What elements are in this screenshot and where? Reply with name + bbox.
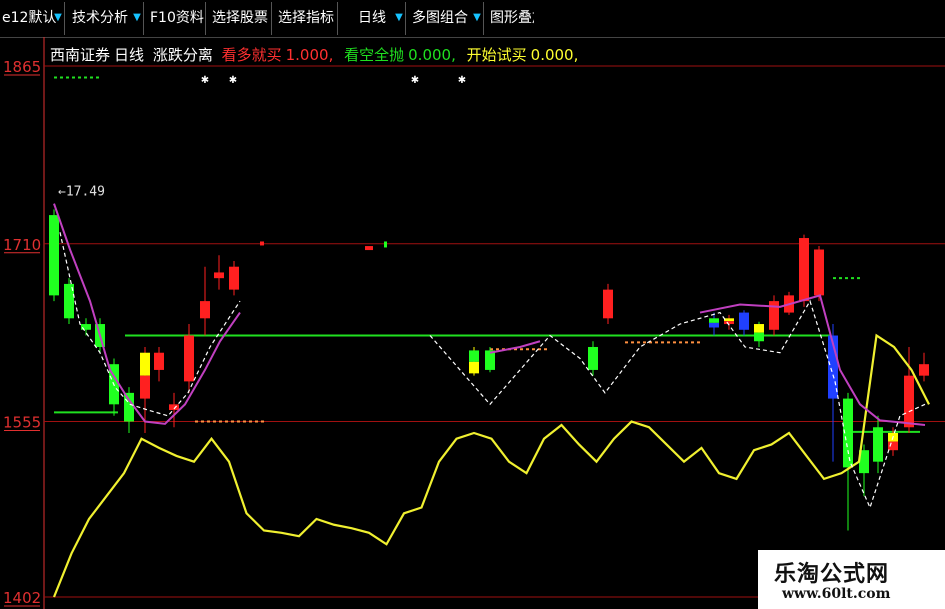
candle-body: [229, 266, 239, 290]
candle-body: [485, 350, 495, 370]
candle-body: [754, 324, 764, 333]
candle-body: [469, 361, 479, 374]
candle-body: [49, 215, 59, 296]
marker-icon: ✱: [229, 75, 237, 86]
candle-body: [140, 375, 150, 399]
candle-body: [124, 392, 134, 422]
y-tick-label: 1402: [3, 589, 41, 607]
small-candle: [260, 241, 264, 246]
marker-icon: ✱: [458, 75, 466, 86]
tab-multi-chart[interactable]: 多图组合: [412, 6, 468, 30]
dropdown-arrow-icon[interactable]: ▼: [52, 6, 64, 30]
y-tick-label: 1710: [3, 236, 41, 254]
candle-body: [739, 312, 749, 330]
small-candle: [384, 241, 387, 248]
y-tick-label: 1865: [3, 58, 41, 76]
candle-body: [873, 427, 883, 462]
small-candle: [365, 246, 373, 251]
candle-body: [709, 322, 719, 328]
toolbar-divider: [405, 2, 406, 35]
tab-overlay[interactable]: 图形叠加: [490, 6, 534, 30]
tab-technical-analysis[interactable]: 技术分析: [72, 6, 128, 30]
candle-body: [603, 289, 613, 319]
toolbar-divider: [143, 2, 144, 35]
candle-body: [184, 335, 194, 382]
candle-body: [904, 375, 914, 428]
moving-average-line: [699, 294, 926, 426]
candle-body: [754, 332, 764, 342]
candle-body: [919, 364, 929, 376]
candle-body: [724, 318, 734, 322]
y-tick-label: 1555: [3, 414, 41, 432]
watermark: 乐淘公式网 www.60lt.com: [758, 550, 945, 609]
candle-body: [214, 272, 224, 279]
candle-body: [140, 352, 150, 376]
toolbar-divider: [205, 2, 206, 35]
candle-body: [469, 350, 479, 362]
toolbar-divider: [64, 2, 65, 35]
candle-body: [588, 346, 598, 370]
watermark-title: 乐淘公式网: [774, 562, 890, 587]
candle-body: [724, 321, 734, 325]
toolbar-divider: [337, 2, 338, 35]
tab-default[interactable]: e12默认: [2, 6, 56, 30]
tab-select-indicator[interactable]: 选择指标: [278, 6, 334, 30]
toolbar: e12默认 ▼ 技术分析 ▼ F10资料 选择股票 选择指标 日线 ▼ 多图组合…: [0, 0, 945, 38]
tab-f10[interactable]: F10资料: [150, 6, 204, 30]
toolbar-divider: [483, 2, 484, 35]
candle-body: [169, 404, 179, 411]
candlestick-chart: 1865 1710 1555 1402 ←17.49 ✱ ✱ ✱ ✱: [3, 37, 945, 609]
tab-daily[interactable]: 日线: [358, 6, 386, 30]
candle-body: [154, 352, 164, 370]
marker-icon: ✱: [201, 75, 209, 86]
candle-body: [200, 301, 210, 319]
candle-body: [814, 249, 824, 296]
dropdown-arrow-icon[interactable]: ▼: [471, 6, 483, 30]
candle-body: [81, 324, 91, 330]
dropdown-arrow-icon[interactable]: ▼: [131, 6, 143, 30]
candle-body: [888, 441, 898, 451]
moving-average-line: [489, 340, 541, 354]
candle-body: [799, 238, 809, 302]
candle-body: [709, 318, 719, 323]
dropdown-arrow-icon[interactable]: ▼: [393, 6, 405, 30]
watermark-url: www.60lt.com: [782, 586, 891, 602]
price-annotation: ←17.49: [58, 185, 105, 200]
marker-icon: ✱: [411, 75, 419, 86]
tab-select-stock[interactable]: 选择股票: [212, 6, 268, 30]
toolbar-divider: [271, 2, 272, 35]
